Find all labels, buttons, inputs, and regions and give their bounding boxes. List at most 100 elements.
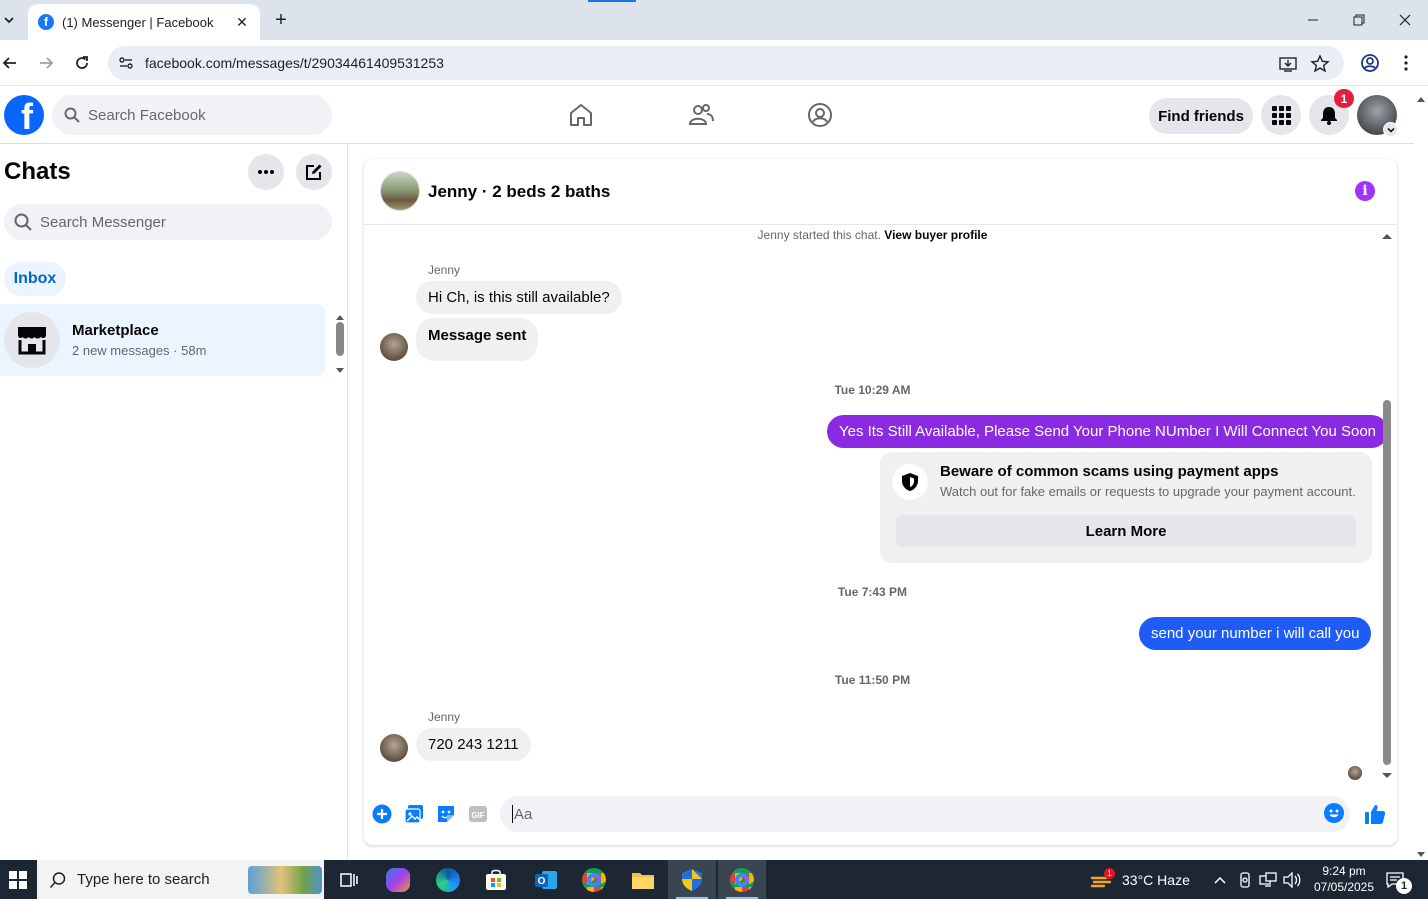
info-icon[interactable]: i bbox=[1355, 181, 1375, 201]
conversation-preview: 2 new messages · 58m bbox=[72, 343, 207, 358]
find-friends-button[interactable]: Find friends bbox=[1149, 98, 1253, 134]
tab-close-icon[interactable]: ✕ bbox=[234, 14, 250, 31]
message-timestamp: Tue 10:29 AM bbox=[834, 383, 911, 397]
photo-icon[interactable] bbox=[404, 804, 424, 824]
marketplace-store-icon bbox=[4, 312, 60, 368]
copilot-app-icon[interactable] bbox=[374, 860, 422, 899]
message-timestamp: Tue 11:50 PM bbox=[834, 673, 911, 687]
tab-search-chevron-icon[interactable] bbox=[0, 6, 18, 34]
svg-text:O: O bbox=[538, 876, 546, 887]
message-composer: GIF Aa bbox=[364, 793, 1397, 835]
conversation-header: Jenny · 2 beds 2 baths i bbox=[364, 159, 1397, 225]
sender-name: Jenny bbox=[428, 263, 461, 277]
weather-text[interactable]: 33°C Haze bbox=[1122, 872, 1190, 888]
conversation-name: Marketplace bbox=[72, 322, 159, 339]
sender-name: Jenny bbox=[428, 710, 461, 724]
facebook-logo-icon[interactable]: f bbox=[4, 95, 44, 135]
network-icon[interactable] bbox=[1259, 871, 1277, 889]
forward-arrow-icon[interactable] bbox=[32, 49, 60, 77]
plus-icon[interactable] bbox=[372, 804, 392, 824]
address-bar[interactable]: facebook.com/messages/t/2903446140953125… bbox=[108, 46, 1344, 80]
messenger-search-input[interactable]: Search Messenger bbox=[4, 204, 332, 240]
weather-alert-badge: 1 bbox=[1104, 868, 1115, 879]
windows-start-icon[interactable] bbox=[0, 860, 36, 899]
back-arrow-icon[interactable] bbox=[0, 49, 24, 77]
page-scroll-up-icon[interactable] bbox=[1416, 90, 1426, 108]
browser-menu-icon[interactable] bbox=[1392, 49, 1420, 77]
meet-now-icon[interactable] bbox=[1236, 871, 1254, 889]
install-app-icon[interactable] bbox=[1278, 54, 1298, 74]
home-icon[interactable] bbox=[565, 99, 597, 131]
outlook-app-icon[interactable]: O bbox=[522, 860, 570, 899]
url-text: facebook.com/messages/t/2903446140953125… bbox=[145, 55, 444, 71]
conversation-scroll-up-icon[interactable] bbox=[1381, 227, 1393, 245]
listing-thumbnail[interactable] bbox=[380, 171, 420, 211]
chat-started-note: Jenny started this chat. View buyer prof… bbox=[364, 228, 1381, 242]
gif-icon[interactable]: GIF bbox=[468, 804, 488, 824]
new-message-icon[interactable] bbox=[296, 154, 332, 190]
view-buyer-profile-link[interactable]: View buyer profile bbox=[884, 228, 987, 242]
reload-icon[interactable] bbox=[68, 49, 96, 77]
bookmark-star-icon[interactable] bbox=[1310, 54, 1330, 74]
sender-avatar[interactable] bbox=[380, 333, 408, 361]
conversation-scrollbar[interactable] bbox=[1383, 400, 1391, 765]
taskbar-clock[interactable]: 9:24 pm 07/05/2025 bbox=[1312, 863, 1376, 895]
scam-warning-card: Beware of common scams using payment app… bbox=[880, 452, 1372, 563]
search-icon bbox=[64, 107, 80, 123]
facebook-search-input[interactable]: Search Facebook bbox=[52, 95, 332, 135]
sender-avatar[interactable] bbox=[380, 734, 408, 762]
chrome-browser-icon[interactable] bbox=[718, 860, 766, 899]
edge-browser-icon[interactable] bbox=[424, 860, 472, 899]
incoming-message[interactable]: Hi Ch, is this still available? bbox=[416, 281, 622, 314]
chats-title: Chats bbox=[4, 158, 71, 185]
windows-taskbar: Type here to search O 1 33°C Haze 9:24 p… bbox=[0, 860, 1428, 899]
more-options-icon[interactable] bbox=[248, 154, 284, 190]
chats-sidebar: Chats Search Messenger Inbox Marketplace… bbox=[0, 144, 348, 860]
volume-icon[interactable] bbox=[1283, 871, 1301, 889]
message-input[interactable]: Aa bbox=[500, 796, 1350, 832]
sticker-icon[interactable] bbox=[436, 804, 456, 824]
facebook-favicon-icon: f bbox=[38, 14, 54, 30]
sidebar-scrollbar[interactable] bbox=[336, 322, 344, 356]
friends-icon[interactable] bbox=[685, 99, 717, 131]
microsoft-store-icon[interactable] bbox=[472, 860, 520, 899]
security-app-icon[interactable] bbox=[668, 860, 716, 899]
profile-circle-icon[interactable] bbox=[804, 99, 836, 131]
messenger-search-placeholder: Search Messenger bbox=[40, 213, 166, 231]
thumbs-up-icon[interactable] bbox=[1364, 804, 1386, 824]
site-info-icon[interactable] bbox=[118, 55, 134, 71]
taskbar-search-input[interactable]: Type here to search bbox=[37, 860, 324, 899]
text-caret bbox=[512, 805, 513, 823]
outgoing-message[interactable]: send your number i will call you bbox=[1139, 617, 1372, 650]
clock-date: 07/05/2025 bbox=[1313, 880, 1375, 894]
facebook-header: f Search Facebook Find friends 1 bbox=[0, 87, 1414, 144]
conversation-panel: Jenny · 2 beds 2 baths i Jenny started t… bbox=[364, 159, 1397, 845]
emoji-icon[interactable] bbox=[1324, 803, 1344, 823]
browser-tabstrip: f (1) Messenger | Facebook ✕ + bbox=[0, 0, 1428, 40]
outgoing-message[interactable]: Yes Its Still Available, Please Send You… bbox=[827, 415, 1389, 448]
incoming-message[interactable]: Message sent bbox=[416, 318, 539, 361]
tab-inbox[interactable]: Inbox bbox=[4, 262, 66, 296]
search-highlight-image bbox=[248, 866, 322, 894]
menu-grid-icon[interactable] bbox=[1261, 95, 1301, 135]
incoming-message[interactable]: 720 243 1211 bbox=[416, 728, 531, 761]
show-hidden-icons-chevron-icon[interactable] bbox=[1211, 871, 1229, 889]
restore-button[interactable] bbox=[1337, 6, 1381, 34]
conversation-item-marketplace[interactable]: Marketplace 2 new messages · 58m bbox=[0, 304, 325, 376]
profile-icon[interactable] bbox=[1356, 49, 1384, 77]
browser-toolbar: facebook.com/messages/t/2903446140953125… bbox=[0, 40, 1428, 86]
minimize-button[interactable] bbox=[1291, 6, 1335, 34]
file-explorer-icon[interactable] bbox=[619, 860, 667, 899]
conversation-scroll-down-icon[interactable] bbox=[1381, 767, 1393, 785]
search-icon bbox=[49, 871, 66, 888]
account-chevron-icon[interactable] bbox=[1383, 122, 1398, 137]
task-view-icon[interactable] bbox=[324, 860, 372, 899]
sidebar-scroll-down-icon[interactable] bbox=[335, 362, 345, 380]
new-tab-button[interactable]: + bbox=[270, 8, 292, 32]
learn-more-button[interactable]: Learn More bbox=[896, 515, 1356, 547]
browser-tab[interactable]: f (1) Messenger | Facebook ✕ bbox=[28, 4, 260, 40]
notification-count-badge: 1 bbox=[1334, 89, 1354, 108]
conversation-title[interactable]: Jenny · 2 beds 2 baths bbox=[428, 182, 610, 202]
close-window-button[interactable] bbox=[1383, 6, 1427, 34]
chrome-profile-icon[interactable] bbox=[570, 860, 618, 899]
